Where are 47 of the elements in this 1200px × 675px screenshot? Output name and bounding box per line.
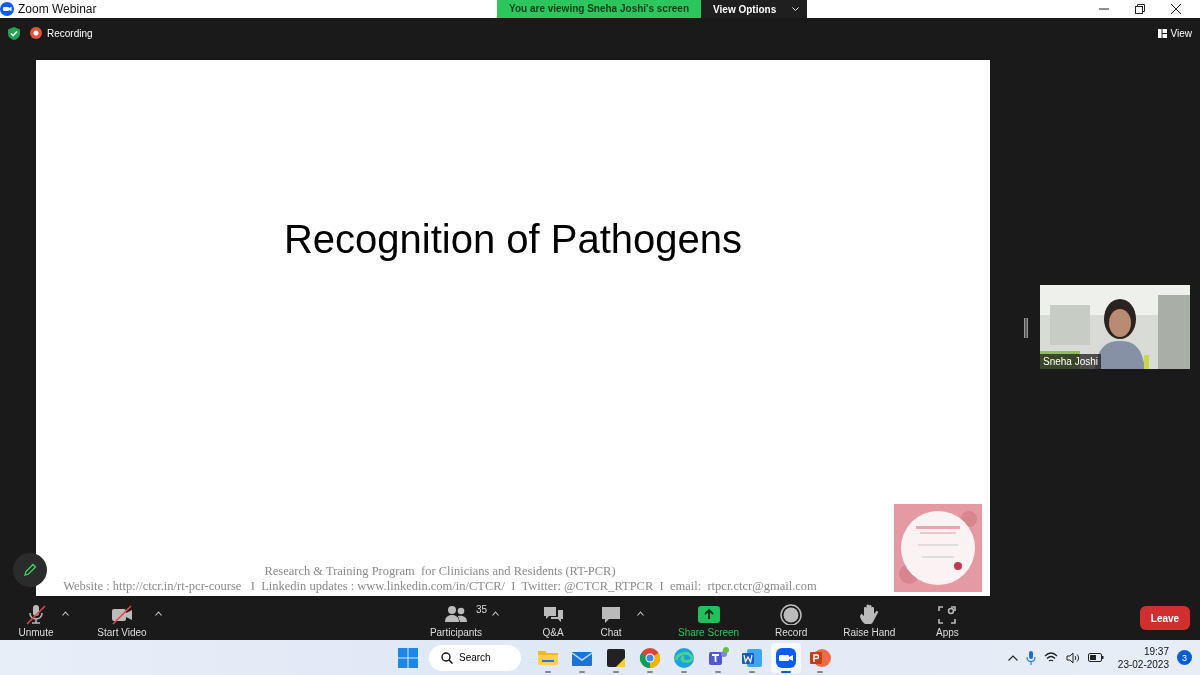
drag-handle-icon[interactable] bbox=[1024, 318, 1028, 338]
windows-logo-icon bbox=[398, 647, 418, 668]
leave-button[interactable]: Leave bbox=[1140, 606, 1190, 630]
chat-button[interactable]: Chat bbox=[589, 602, 633, 638]
caret-up-icon[interactable] bbox=[62, 610, 69, 616]
layout-icon bbox=[1157, 28, 1167, 38]
clock-time[interactable]: 19:37 bbox=[1143, 644, 1169, 658]
shield-icon bbox=[8, 26, 20, 40]
record-icon bbox=[779, 602, 804, 625]
slide-footer-text: Website : http://ctcr.in/rt-pcr-course I Linkedin updates : www.linkedin.com/in/CTCR/ I Twitter: @CTCR_RTPCR I email: rtpcr.ctcr@gmail.com bbox=[63, 579, 817, 594]
chevron-up-icon[interactable] bbox=[1007, 654, 1018, 661]
restore-icon[interactable] bbox=[1135, 4, 1145, 14]
close-icon[interactable] bbox=[1171, 4, 1181, 14]
participant-count: 35 bbox=[476, 603, 488, 615]
participant-name: Sneha Joshi bbox=[1040, 354, 1102, 369]
search-field[interactable]: Search bbox=[429, 644, 521, 671]
caret-up-icon[interactable] bbox=[637, 610, 644, 616]
recording-label: Recording bbox=[47, 27, 93, 39]
apps-button[interactable]: Apps bbox=[925, 602, 970, 638]
chrome-icon bbox=[638, 645, 662, 670]
window-title: Zoom Webinar bbox=[18, 2, 97, 16]
annotate-button[interactable] bbox=[13, 553, 47, 587]
view-button[interactable]: View bbox=[1157, 27, 1192, 39]
edge-icon bbox=[672, 645, 696, 670]
battery-icon[interactable] bbox=[1087, 653, 1104, 662]
clock-date[interactable]: 23-02-2023 bbox=[1117, 657, 1169, 671]
caret-icon bbox=[792, 6, 800, 12]
share-banner: You are viewing Sneha Joshi's screen bbox=[497, 0, 702, 18]
microphone-icon[interactable] bbox=[1025, 650, 1036, 665]
share-button[interactable]: Share Screen bbox=[676, 602, 742, 638]
slide-title: Recognition of Pathogens bbox=[283, 217, 743, 262]
caret-up-icon[interactable] bbox=[492, 610, 499, 616]
video-button[interactable]: Start Video bbox=[93, 602, 151, 638]
view-options-button[interactable]: View Options bbox=[701, 0, 808, 18]
qa-button[interactable]: Q&A bbox=[531, 602, 575, 638]
mic-button[interactable]: Unmute bbox=[14, 602, 58, 638]
pencil-icon bbox=[23, 563, 37, 577]
wifi-icon[interactable] bbox=[1043, 652, 1058, 663]
hand-button[interactable]: Raise Hand bbox=[841, 602, 898, 638]
notification-badge[interactable]: 3 bbox=[1177, 650, 1192, 665]
slide-footer-text: Research & Training Program for Clinicians and Residents (RT-PCR) bbox=[264, 564, 616, 579]
search-icon bbox=[441, 651, 453, 664]
recording-icon bbox=[30, 27, 42, 39]
speaker-icon[interactable] bbox=[1065, 651, 1080, 664]
record-button[interactable]: Record bbox=[769, 602, 814, 638]
caret-up-icon[interactable] bbox=[155, 610, 162, 616]
zoom-app-icon bbox=[774, 645, 798, 670]
